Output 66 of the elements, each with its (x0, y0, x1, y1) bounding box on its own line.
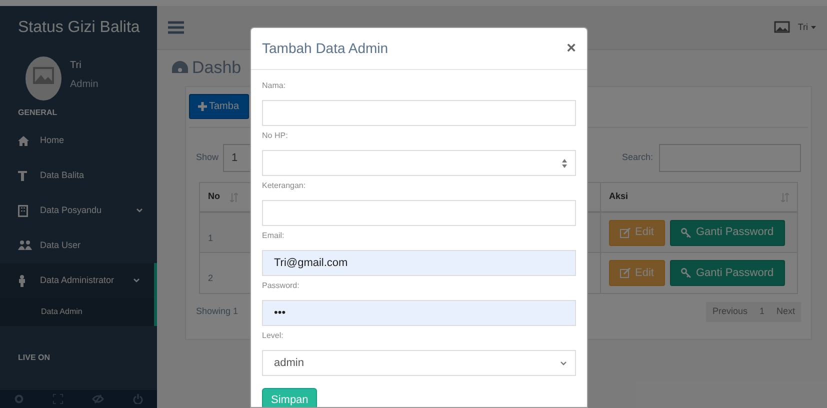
user-name: Tri (70, 59, 82, 73)
field-label: Keterangan: (262, 180, 307, 192)
change-password-button[interactable]: Ganti Password (670, 260, 785, 286)
chevron-down-icon (136, 208, 143, 213)
edit-icon (620, 268, 631, 278)
fullscreen-icon[interactable] (53, 394, 64, 404)
eye-slash-icon[interactable] (92, 394, 104, 404)
sidebar-item[interactable]: Home (0, 123, 157, 158)
column-header[interactable]: No (208, 190, 220, 204)
search-label: Search: (622, 151, 653, 164)
settings-icon[interactable] (14, 394, 24, 404)
field-label: Level: (262, 330, 284, 342)
sort-icon[interactable] (230, 192, 238, 202)
pagination-button[interactable]: Previous (706, 302, 754, 322)
field-label: Nama: (262, 80, 287, 92)
sort-icon[interactable] (781, 192, 789, 202)
submenu-item[interactable]: Data Admin (0, 298, 157, 326)
section-heading: LIVE ON (17, 352, 52, 364)
pagination-button[interactable]: 1 (753, 302, 770, 322)
users-icon (18, 240, 32, 251)
sidebar-item[interactable]: Data User (0, 228, 157, 263)
spinner-icon[interactable] (562, 158, 567, 168)
entries-label: Show (196, 151, 219, 164)
sidebar-item[interactable]: Data Balita (0, 158, 157, 193)
key-icon (680, 228, 692, 238)
key-icon (680, 268, 692, 278)
pagination-button[interactable]: Next (770, 302, 801, 322)
field-label: Password: (262, 280, 300, 292)
input-field[interactable] (262, 100, 576, 126)
column-header[interactable]: Aksi (609, 190, 781, 204)
plus-icon (198, 102, 207, 111)
chevron-down-icon (133, 278, 140, 283)
avatar-placeholder-icon[interactable] (772, 20, 792, 36)
avatar-placeholder-icon (25, 56, 62, 101)
input-field[interactable] (262, 200, 576, 226)
chevron-down-icon (560, 360, 567, 366)
modal-title: Tambah Data Admin (262, 39, 388, 58)
table-cell: 2 (208, 273, 214, 283)
search-field[interactable] (659, 144, 801, 172)
table-info: Showing 1 (196, 305, 238, 318)
level-select[interactable]: admin (262, 350, 576, 376)
person-icon (18, 274, 26, 286)
input-field[interactable] (262, 150, 576, 176)
sidebar-item[interactable]: Data Administrator (0, 263, 157, 298)
dashboard-gauge-icon (172, 61, 188, 75)
add-button[interactable]: Tamba (189, 94, 249, 119)
page-title: Dashb (192, 57, 242, 80)
input-field[interactable]: Tri@gmail.com (262, 250, 576, 276)
menu-icon[interactable] (168, 21, 184, 34)
sidebar-item[interactable]: Data Posyandu (0, 193, 157, 228)
field-label: No HP: (262, 130, 289, 142)
edit-icon (620, 228, 631, 238)
user-role: Admin (70, 78, 98, 92)
change-password-button[interactable]: Ganti Password (670, 220, 785, 246)
building-icon (18, 204, 28, 216)
save-button[interactable]: Simpan (262, 388, 318, 407)
close-button[interactable]: × (566, 40, 576, 56)
table-cell: 1 (208, 233, 214, 243)
power-icon[interactable] (132, 394, 143, 404)
field-label: Email: (262, 230, 286, 242)
user-menu[interactable]: Tri (798, 20, 808, 34)
section-heading: GENERAL (17, 107, 58, 119)
app-title: Status Gizi Balita (18, 18, 140, 38)
caret-icon (811, 26, 816, 29)
input-field[interactable]: ••• (262, 300, 576, 326)
home-icon (18, 136, 29, 146)
